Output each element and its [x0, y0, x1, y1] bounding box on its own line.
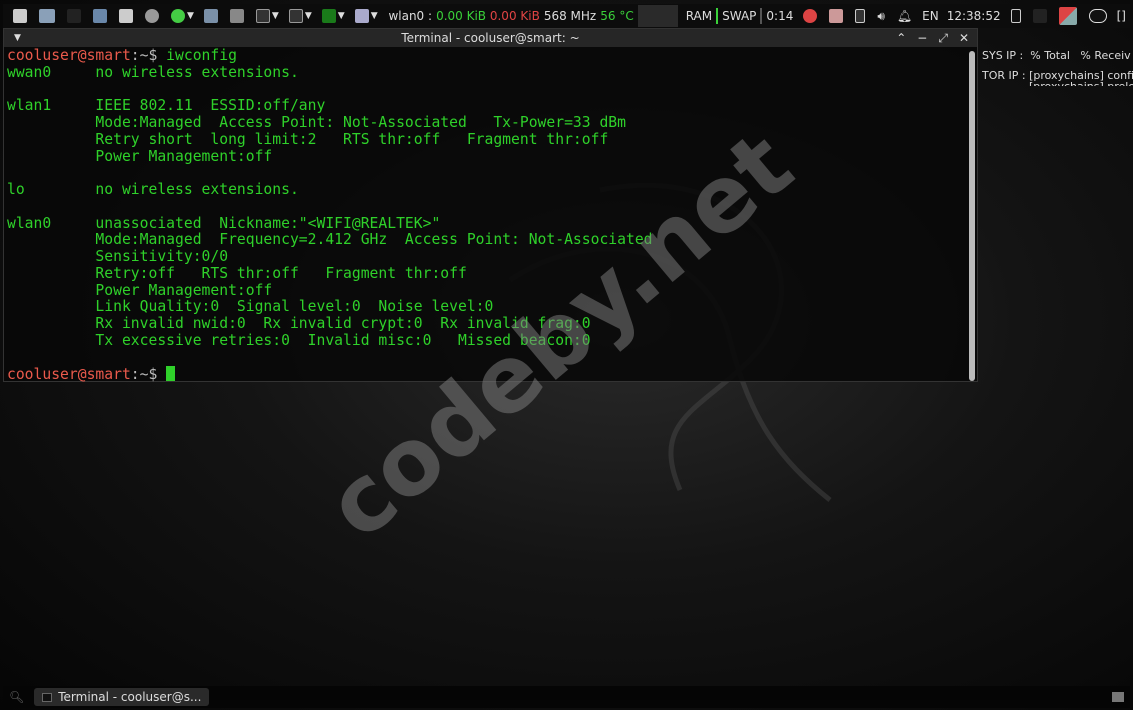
clipboard-icon[interactable] — [1010, 9, 1021, 23]
conky-widget: SYS IP : % Total % Receiv TOR IP : [prox… — [982, 46, 1133, 86]
download-icon[interactable] — [93, 9, 107, 23]
monitor-icon[interactable] — [321, 9, 336, 23]
tor-line: [proxychains] prelo — [1029, 77, 1133, 86]
chevron-down-icon[interactable]: ▼ — [305, 11, 312, 21]
taskbar-item-terminal[interactable]: Terminal - cooluser@s... — [34, 688, 210, 706]
current-prompt[interactable]: cooluser@smart:~$ — [7, 366, 176, 384]
show-desktop-icon[interactable] — [1112, 692, 1124, 702]
console-icon[interactable] — [255, 9, 270, 23]
received-label: % Receiv — [1080, 49, 1131, 62]
ram-label: RAM — [685, 9, 713, 23]
output-line: Power Management:off — [7, 281, 273, 299]
record-icon[interactable] — [803, 9, 818, 23]
cloud-sync-icon[interactable] — [1088, 9, 1107, 23]
browser-icon[interactable] — [171, 9, 185, 23]
output-line: wwan0 no wireless extensions. — [7, 63, 299, 81]
output-line: wlan0 unassociated Nickname:"<WIFI@REALT… — [7, 214, 441, 232]
bluetooth-icon[interactable] — [1032, 9, 1047, 23]
output-line: Power Management:off — [7, 147, 273, 165]
terminal-titlebar[interactable]: ▼ Terminal - cooluser@smart: ~ ⌃ − ⤢ ✕ — [4, 29, 977, 47]
tor-ip-label: TOR IP : — [982, 69, 1026, 82]
taskbar: 🔍︎ Terminal - cooluser@s... — [3, 686, 1130, 708]
battery-icon[interactable] — [855, 9, 866, 23]
output-line: Mode:Managed Frequency=2.412 GHz Access … — [7, 231, 653, 249]
file-manager-icon[interactable] — [39, 9, 55, 23]
clipboard-app-icon[interactable] — [829, 9, 844, 23]
clock[interactable]: 12:38:52 — [947, 9, 1001, 23]
minimize-icon[interactable]: − — [917, 29, 927, 47]
output-line: Retry short long limit:2 RTS thr:off Fra… — [7, 130, 609, 148]
terminal-launcher-icon[interactable] — [67, 9, 81, 23]
shade-icon[interactable]: ⌃ — [896, 29, 906, 47]
output-line: Mode:Managed Access Point: Not-Associate… — [7, 114, 626, 131]
maximize-icon[interactable]: ⤢ — [938, 29, 948, 47]
sys-ip-label: SYS IP : — [982, 49, 1024, 62]
chevron-down-icon[interactable]: ▼ — [338, 11, 345, 21]
tray-app-icon[interactable] — [1058, 7, 1077, 25]
scrollbar[interactable] — [969, 51, 975, 381]
bell-icon[interactable]: 🔔︎ — [897, 9, 912, 23]
net-iface: wlan0 : — [388, 9, 433, 23]
workspace-indicator[interactable]: [] — [1117, 9, 1126, 23]
cpu-freq: 568 MHz — [543, 9, 597, 23]
telegram-icon[interactable] — [354, 9, 369, 23]
output-line: wlan1 IEEE 802.11 ESSID:off/any — [7, 97, 326, 115]
keyboard-layout[interactable]: EN — [922, 9, 939, 23]
terminal-icon — [42, 692, 53, 702]
chevron-down-icon[interactable]: ▼ — [272, 11, 279, 21]
chevron-down-icon[interactable]: ▼ — [371, 11, 378, 21]
chevron-down-icon[interactable]: ▼ — [187, 11, 194, 21]
volume-icon[interactable]: 🔊︎ — [877, 9, 885, 24]
close-icon[interactable]: ✕ — [959, 29, 969, 47]
terminal-title: Terminal - cooluser@smart: ~ — [401, 31, 580, 45]
screenshot-icon[interactable] — [203, 9, 218, 23]
output-line: Link Quality:0 Signal level:0 Noise leve… — [7, 298, 494, 316]
net-up: 0.00 KiB — [489, 9, 540, 23]
app-menu-icon[interactable] — [13, 9, 27, 23]
cpu-temp: 56 °C — [600, 9, 634, 23]
battery-time: 0:14 — [766, 9, 794, 23]
cursor — [166, 366, 176, 382]
disk-icon[interactable] — [229, 9, 244, 23]
total-label: % Total — [1030, 49, 1070, 62]
cpu-graph — [637, 5, 678, 27]
editor-icon[interactable] — [288, 9, 303, 23]
output-line: Sensitivity:0/0 — [7, 248, 229, 265]
swap-label: SWAP — [722, 9, 757, 23]
output-line: lo no wireless extensions. — [7, 181, 299, 198]
top-panel: ▼ ▼ ▼ ▼ ▼ wlan0 : 0.00 KiB 0.00 KiB 568 … — [3, 4, 1130, 28]
camera-icon[interactable] — [119, 9, 133, 23]
command-line: cooluser@smart:~$ iwconfig — [7, 47, 237, 64]
search-icon[interactable]: 🔍︎ — [9, 690, 24, 704]
window-menu-icon[interactable]: ▼ — [14, 29, 21, 47]
output-line: Retry:off RTS thr:off Fragment thr:off — [7, 264, 467, 282]
net-down: 0.00 KiB — [436, 9, 487, 23]
tool-icon[interactable] — [145, 9, 159, 23]
